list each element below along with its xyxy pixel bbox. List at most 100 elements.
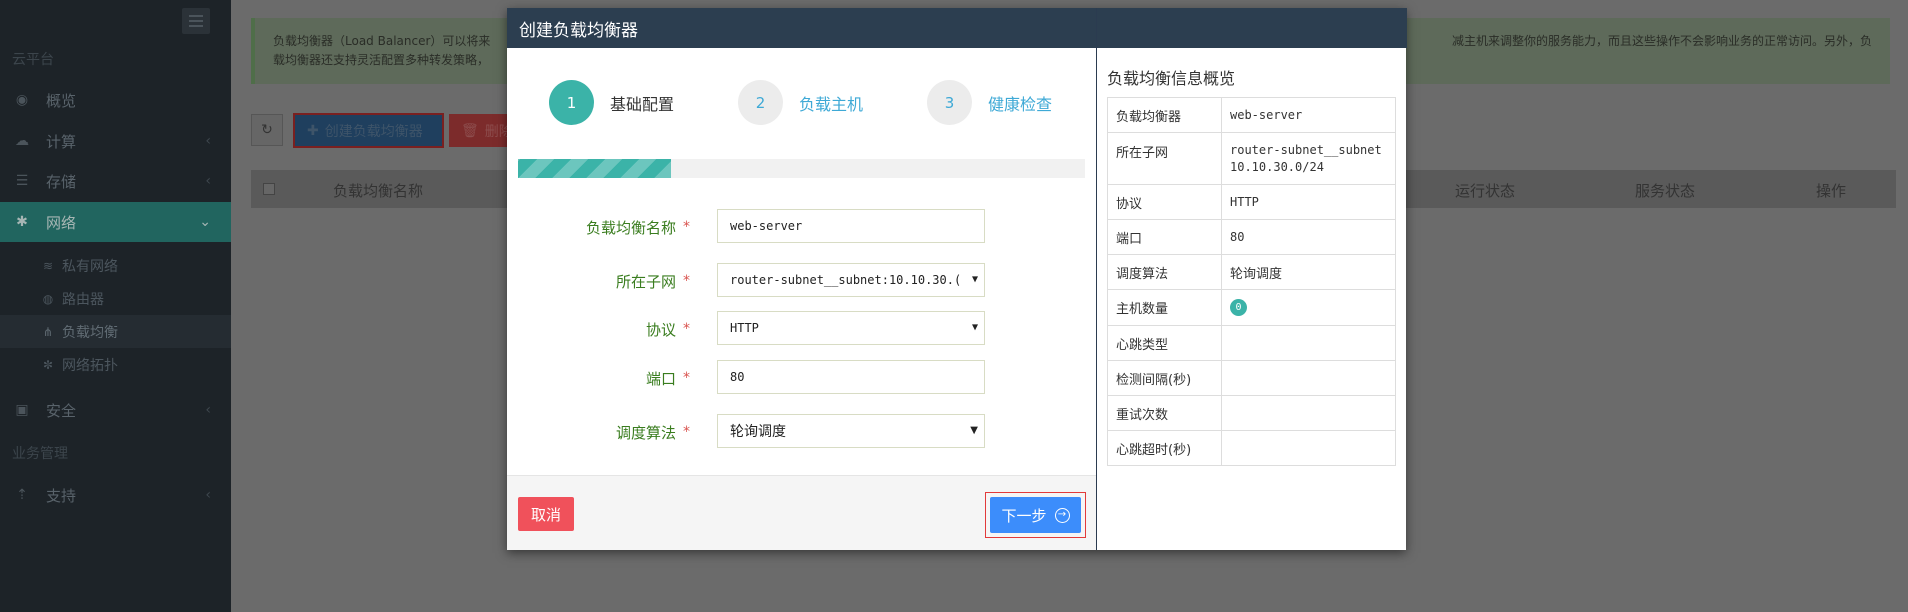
overview-row: 所在子网 router-subnet__subnet 10.10.30.0/24 [1107, 132, 1396, 185]
sidebar-item-label: 网络 [46, 213, 77, 232]
sidebar-subitem-router[interactable]: ◍ 路由器 [0, 282, 231, 315]
port-input[interactable]: 80 [717, 360, 985, 394]
protocol-select[interactable]: HTTP ▼ [717, 311, 985, 345]
required-mark: * [683, 219, 690, 235]
step-label: 负载主机 [799, 94, 864, 114]
network-icon: ✱ [16, 214, 28, 230]
step-load-hosts[interactable]: 2 负载主机 [738, 80, 863, 125]
next-button[interactable]: 下一步 → [990, 497, 1081, 533]
subnet-select[interactable]: router-subnet__subnet:10.10.30.( ▼ [717, 263, 985, 297]
sidebar-subitem-label: 路由器 [62, 291, 104, 308]
algorithm-select[interactable]: 轮询调度 ▼ [717, 414, 985, 448]
chevron-left-icon: ‹ [205, 402, 211, 418]
refresh-icon: ↻ [261, 122, 273, 138]
sidebar-item-storage[interactable]: ☰ 存储 ‹ [0, 161, 231, 201]
overview-row: 协议 HTTP [1107, 184, 1396, 220]
refresh-button[interactable]: ↻ [251, 114, 283, 146]
column-header-run-status: 运行状态 [1455, 182, 1516, 200]
create-load-balancer-button[interactable]: ✚ 创建负载均衡器 [293, 113, 444, 148]
select-all-checkbox[interactable] [263, 183, 275, 195]
sidebar-section-business: 业务管理 [12, 446, 68, 462]
chevron-left-icon: ‹ [205, 487, 211, 503]
overview-value [1221, 360, 1396, 396]
algorithm-label: 调度算法 [615, 424, 676, 442]
overview-value [1221, 325, 1396, 361]
form-row-subnet: 所在子网 * router-subnet__subnet:10.10.30.( … [507, 263, 1096, 297]
chevron-down-icon: ⌄ [199, 214, 211, 230]
host-count-badge: 0 [1230, 299, 1247, 316]
overview-key: 调度算法 [1107, 254, 1222, 290]
algorithm-select-value: 轮询调度 [730, 424, 786, 440]
overview-value-host-count: 0 [1221, 289, 1396, 326]
overview-key: 负载均衡器 [1107, 97, 1222, 133]
dropdown-arrow-icon: ▼ [971, 274, 978, 285]
sidebar: 云平台 ◉ 概览 ☁ 计算 ‹ ☰ 存储 ‹ ✱ 网络 ⌄ ≋ 私有网络 ◍ 路… [0, 0, 231, 612]
load-balancer-name-input[interactable]: web-server [717, 209, 985, 243]
overview-key: 心跳类型 [1107, 325, 1222, 361]
overview-value [1221, 430, 1396, 466]
overview-panel: 负载均衡信息概览 负载均衡器 web-server 所在子网 router-su… [1096, 8, 1407, 550]
sidebar-subitem-label: 负载均衡 [62, 324, 118, 341]
required-mark: * [683, 424, 690, 440]
overview-value-subnet: router-subnet__subnet 10.10.30.0/24 [1221, 132, 1396, 185]
sidebar-section-cloud: 云平台 [12, 52, 54, 68]
sidebar-subitem-private-network[interactable]: ≋ 私有网络 [0, 249, 231, 282]
overview-row: 负载均衡器 web-server [1107, 97, 1396, 133]
sidebar-subitem-label: 网络拓扑 [62, 357, 118, 374]
overview-row: 调度算法 轮询调度 [1107, 254, 1396, 290]
plus-icon: ✚ [307, 122, 319, 139]
overview-value [1221, 395, 1396, 431]
sidebar-item-overview[interactable]: ◉ 概览 [0, 80, 231, 120]
sidebar-item-label: 支持 [46, 486, 77, 505]
topology-icon: ✼ [42, 357, 54, 372]
menu-toggle-icon[interactable] [182, 8, 210, 34]
protocol-select-value: HTTP [730, 321, 759, 335]
name-label: 负载均衡名称 [585, 219, 676, 237]
overview-value: 轮询调度 [1221, 254, 1396, 290]
subnet-label: 所在子网 [615, 273, 676, 291]
overview-row: 心跳类型 [1107, 325, 1396, 361]
dropdown-arrow-icon: ▼ [971, 322, 978, 333]
dashboard-icon: ◉ [15, 92, 29, 108]
protocol-label: 协议 [645, 321, 676, 339]
support-icon: ⇡ [16, 487, 28, 503]
database-icon: ☰ [15, 173, 29, 189]
trash-icon: 🗑 [461, 122, 479, 139]
wifi-icon: ≋ [42, 258, 54, 273]
overview-row: 主机数量 0 [1107, 289, 1396, 326]
sidebar-item-security[interactable]: ▣ 安全 ‹ [0, 390, 231, 430]
next-button-highlight: 下一步 → [985, 492, 1086, 538]
dropdown-arrow-icon: ▼ [970, 425, 978, 436]
sidebar-item-compute[interactable]: ☁ 计算 ‹ [0, 121, 231, 161]
overview-key: 端口 [1107, 219, 1222, 255]
step-basic-config[interactable]: 1 基础配置 [549, 80, 674, 125]
sidebar-subitem-topology[interactable]: ✼ 网络拓扑 [0, 348, 231, 381]
modal-form-panel: 创建负载均衡器 1 基础配置 2 负载主机 3 健康检查 负载均衡名称 * we… [507, 8, 1096, 550]
info-text-line1-right: 减主机来调整你的服务能力，而且这些操作不会影响业务的正常访问。另外，负 [1451, 34, 1872, 48]
step-number: 1 [549, 80, 594, 125]
port-label: 端口 [645, 370, 676, 388]
overview-row: 重试次数 [1107, 395, 1396, 431]
create-load-balancer-modal: 创建负载均衡器 1 基础配置 2 负载主机 3 健康检查 负载均衡名称 * we… [507, 8, 1407, 550]
sidebar-item-label: 存储 [46, 172, 77, 191]
overview-key: 主机数量 [1107, 289, 1222, 326]
required-mark: * [683, 321, 690, 337]
overview-title: 负载均衡信息概览 [1107, 69, 1236, 88]
form-row-protocol: 协议 * HTTP ▼ [507, 311, 1096, 345]
overview-key: 检测间隔(秒) [1107, 360, 1222, 396]
sidebar-item-support[interactable]: ⇡ 支持 ‹ [0, 475, 231, 515]
step-health-check[interactable]: 3 健康检查 [927, 80, 1052, 125]
create-button-label: 创建负载均衡器 [324, 123, 423, 140]
modal-footer: 取消 下一步 → [507, 475, 1096, 550]
required-mark: * [683, 273, 690, 289]
sidebar-subitem-load-balancer[interactable]: ⋔ 负载均衡 [0, 315, 231, 348]
form-row-port: 端口 * 80 [507, 360, 1096, 394]
overview-row: 端口 80 [1107, 219, 1396, 255]
cancel-button[interactable]: 取消 [518, 497, 574, 531]
overview-value: router-subnet__subnet [1230, 143, 1382, 157]
info-text-line1: 负载均衡器（Load Balancer）可以将来 [273, 34, 491, 48]
overview-key: 所在子网 [1107, 132, 1222, 185]
sidebar-item-network[interactable]: ✱ 网络 ⌄ [0, 202, 231, 242]
step-number: 3 [927, 80, 972, 125]
progress-fill [518, 159, 672, 178]
